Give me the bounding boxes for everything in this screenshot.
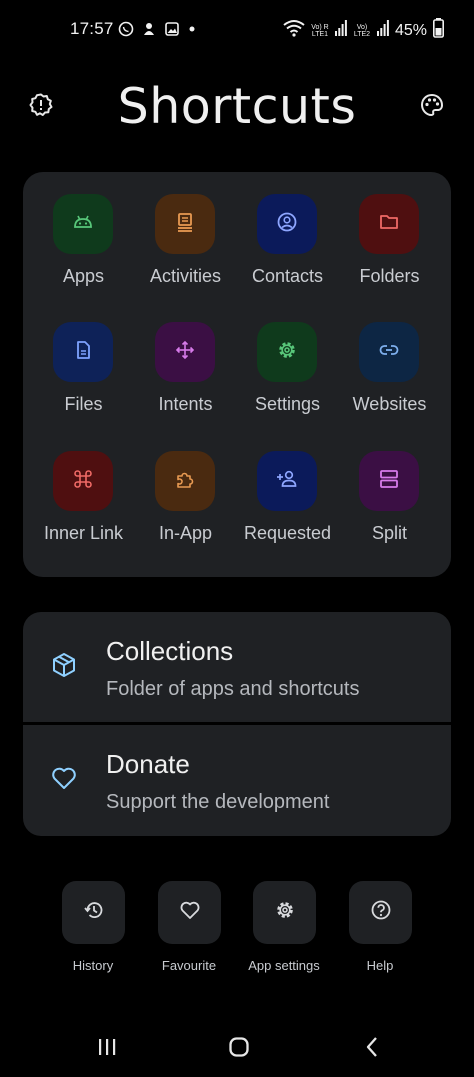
- tile-files-label: Files: [64, 394, 103, 414]
- tile-files[interactable]: Files: [32, 300, 135, 414]
- row-title-collections: Collections: [106, 636, 234, 666]
- home-icon: [228, 1036, 250, 1063]
- action-history[interactable]: History: [45, 881, 141, 981]
- tile-requested-bg: [257, 451, 317, 511]
- tile-activities[interactable]: Activities: [134, 172, 237, 286]
- tile-settings-label: Settings: [254, 394, 321, 414]
- signal-icon-1: [334, 20, 347, 41]
- back-icon: [364, 1036, 380, 1063]
- split-icon: [378, 468, 400, 495]
- tile-in-app[interactable]: In-App: [134, 429, 237, 543]
- tile-inner-link-bg: [53, 451, 113, 511]
- command-icon: [72, 468, 94, 495]
- shortcut-types-grid: Apps Activities Contacts Folders Files I…: [23, 172, 451, 577]
- tile-requested-label: Requested: [243, 523, 332, 543]
- game-icon: [141, 21, 157, 42]
- row-icon-donate: [49, 765, 79, 795]
- action-app-settings[interactable]: App settings: [236, 881, 332, 981]
- sim2-label: Vo) LTE2: [353, 23, 371, 38]
- page-title: Shortcuts: [117, 78, 357, 135]
- tile-activities-label: Activities: [149, 266, 221, 286]
- help-label: Help: [366, 958, 394, 973]
- battery-percent: 45%: [394, 21, 427, 39]
- tile-folders-label: Folders: [359, 266, 420, 286]
- dot-icon: [187, 21, 197, 42]
- tile-inner-link-label: Inner Link: [43, 523, 124, 543]
- action-help[interactable]: Help: [332, 881, 428, 981]
- history-icon: [83, 899, 105, 926]
- home-button[interactable]: [219, 1034, 259, 1064]
- list-item-donate[interactable]: Donate Support the development: [23, 725, 451, 835]
- row-subtitle-donate: Support the development: [106, 791, 330, 813]
- tile-folders-bg: [359, 194, 419, 254]
- settings-cog-icon: [274, 899, 296, 926]
- tile-contacts-bg: [257, 194, 317, 254]
- status-bar: 17:57 Vo) R LTE1 Vo) LTE2 45%: [0, 0, 474, 60]
- favourite-button[interactable]: [158, 881, 221, 944]
- heart-icon: [50, 765, 78, 796]
- file-icon: [72, 339, 94, 366]
- tile-intents-bg: [155, 322, 215, 382]
- tile-in-app-bg: [155, 451, 215, 511]
- help-icon: [370, 899, 392, 926]
- recents-button[interactable]: [87, 1034, 127, 1064]
- recents-icon: [97, 1038, 117, 1061]
- battery-icon: [433, 18, 444, 43]
- heart-outline-icon: [179, 900, 201, 925]
- system-nav-bar: [0, 1018, 474, 1077]
- sim1-label: Vo) R LTE1: [311, 23, 329, 38]
- link-icon: [378, 339, 400, 366]
- tile-split-bg: [359, 451, 419, 511]
- help-button[interactable]: [349, 881, 412, 944]
- tile-apps[interactable]: Apps: [32, 172, 135, 286]
- person-add-icon: [275, 468, 299, 495]
- tile-activities-bg: [155, 194, 215, 254]
- tile-files-bg: [53, 322, 113, 382]
- tile-websites-bg: [359, 322, 419, 382]
- action-favourite[interactable]: Favourite: [141, 881, 237, 981]
- tile-intents-label: Intents: [158, 394, 213, 414]
- tile-contacts[interactable]: Contacts: [236, 172, 339, 286]
- status-time: 17:57: [70, 19, 114, 38]
- tile-websites-label: Websites: [352, 394, 427, 414]
- android-icon: [72, 211, 94, 238]
- gallery-icon: [164, 21, 180, 42]
- app-root: 17:57 Vo) R LTE1 Vo) LTE2 45% Shortcuts …: [0, 0, 474, 1077]
- options-list: Collections Folder of apps and shortcuts…: [23, 612, 451, 836]
- tile-intents[interactable]: Intents: [134, 300, 237, 414]
- tile-contacts-label: Contacts: [251, 266, 324, 286]
- tile-split[interactable]: Split: [338, 429, 441, 543]
- tile-settings[interactable]: Settings: [236, 300, 339, 414]
- row-subtitle-collections: Folder of apps and shortcuts: [106, 678, 360, 700]
- tile-requested[interactable]: Requested: [236, 429, 339, 543]
- palette-icon: [419, 92, 445, 123]
- status-right: Vo) R LTE1 Vo) LTE2 45%: [283, 18, 444, 43]
- signal-icon-2: [376, 20, 389, 41]
- tile-websites[interactable]: Websites: [338, 300, 441, 414]
- activities-icon: [174, 211, 196, 238]
- whatsapp-icon: [118, 21, 134, 42]
- theme-button[interactable]: [415, 90, 449, 124]
- tile-inner-link[interactable]: Inner Link: [32, 429, 135, 543]
- tile-folders[interactable]: Folders: [338, 172, 441, 286]
- gear-icon: [276, 339, 298, 366]
- notification-icons: [118, 21, 197, 42]
- back-button[interactable]: [352, 1034, 392, 1064]
- contact-icon: [276, 211, 298, 238]
- tile-split-label: Split: [371, 523, 407, 543]
- wifi-icon: [283, 19, 305, 42]
- tile-apps-label: Apps: [62, 266, 105, 286]
- history-button[interactable]: [62, 881, 125, 944]
- row-title-donate: Donate: [106, 749, 190, 779]
- tile-apps-bg: [53, 194, 113, 254]
- extension-icon: [174, 468, 196, 495]
- tile-in-app-label: In-App: [158, 523, 213, 543]
- app-settings-button[interactable]: [253, 881, 316, 944]
- row-icon-collections: [49, 652, 79, 682]
- list-item-collections[interactable]: Collections Folder of apps and shortcuts: [23, 612, 451, 722]
- cube-icon: [50, 651, 78, 684]
- intent-icon: [174, 339, 196, 366]
- tile-settings-bg: [257, 322, 317, 382]
- folder-icon: [378, 211, 400, 238]
